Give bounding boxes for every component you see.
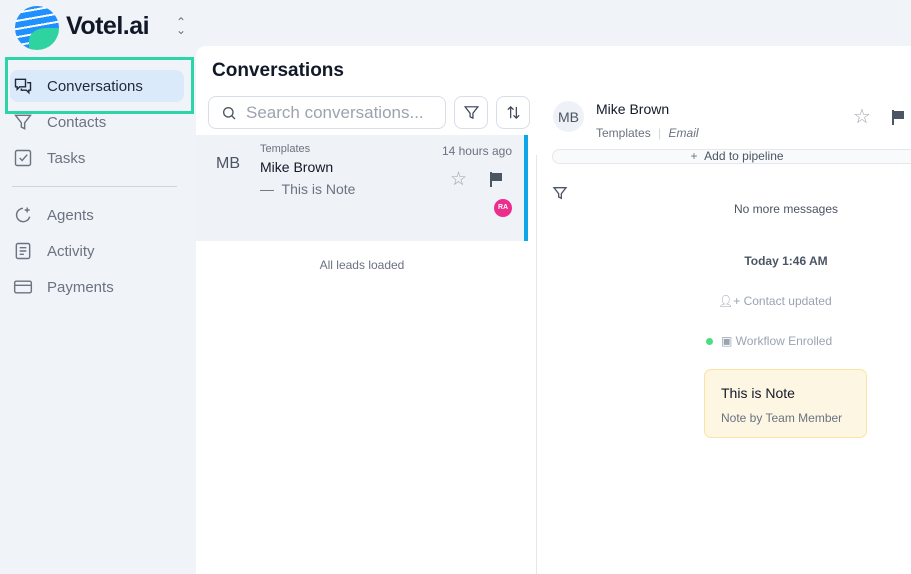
checkbox-icon (14, 149, 32, 167)
brand-name: Votel.ai (66, 12, 150, 40)
flag-icon[interactable] (488, 171, 504, 187)
sidebar-item-agents[interactable]: Agents (10, 199, 184, 231)
note-text: This is Note (721, 385, 795, 401)
conversation-list-item[interactable]: MB Templates Mike Brown — This is Note 1… (196, 135, 528, 241)
no-more-messages: No more messages (733, 202, 839, 216)
plus-icon: + (690, 149, 705, 163)
status-dot (706, 338, 713, 345)
timestamp: 14 hours ago (441, 144, 512, 158)
sidebar-item-label: Contacts (47, 113, 107, 131)
sidebar-item-label: Agents (47, 206, 94, 224)
sidebar-item-label: Tasks (47, 149, 86, 167)
panel-divider (536, 155, 537, 574)
date-separator: Today 1:46 AM (744, 254, 828, 268)
star-icon[interactable]: ☆ (450, 168, 467, 191)
list-footer: All leads loaded (319, 258, 405, 272)
note-card: This is Note Note by Team Member (704, 369, 867, 438)
robot-icon: ▣ (721, 334, 736, 348)
funnel-icon (14, 114, 32, 130)
detail-star-icon[interactable]: ☆ (853, 104, 871, 129)
contact-avatar: MB (553, 101, 584, 132)
conversation-tag: Templates (260, 143, 311, 155)
detail-flag-icon[interactable] (890, 109, 906, 125)
filter-button[interactable] (454, 96, 488, 129)
credit-card-icon (13, 280, 33, 294)
sidebar-divider (12, 186, 177, 187)
sidebar-item-tasks[interactable]: Tasks (10, 142, 184, 174)
detail-tag: Templates (596, 126, 651, 140)
sidebar-item-activity[interactable]: Activity (10, 235, 184, 267)
filter-icon (463, 106, 479, 120)
search-input[interactable]: Search conversations... (208, 96, 446, 129)
sort-button[interactable] (496, 96, 530, 129)
dash-icon: — (260, 181, 282, 197)
user-plus-icon: 👤︎+ (718, 294, 744, 308)
search-placeholder: Search conversations... (246, 102, 424, 122)
contact-initials: MB (216, 155, 240, 172)
highlight-box (5, 57, 194, 114)
document-list-icon (15, 242, 31, 260)
workspace-switcher-chevron-icon[interactable]: ⌃ ⌄ (176, 16, 186, 36)
note-author: Note by Team Member (721, 411, 843, 425)
add-to-pipeline-button[interactable]: + Add to pipeline (552, 149, 911, 164)
sort-arrows-icon (506, 105, 520, 120)
assignee-avatar: RA (494, 199, 512, 217)
search-icon (223, 106, 236, 119)
event-contact-updated: 👤︎+ Contact updated (718, 294, 832, 308)
message-filter-icon[interactable] (552, 185, 568, 201)
page-title: Conversations (212, 60, 344, 81)
sidebar-item-payments[interactable]: Payments (10, 271, 184, 303)
contact-name: Mike Brown (260, 159, 334, 175)
detail-meta: Templates | Email (596, 126, 699, 140)
detail-contact-name: Mike Brown (596, 101, 670, 117)
event-workflow-enrolled: ▣ Workflow Enrolled (706, 334, 832, 348)
sidebar-item-label: Activity (47, 242, 95, 260)
sparkle-moon-icon (15, 207, 31, 223)
message-preview: — This is Note (260, 181, 356, 197)
brand-logo (15, 6, 59, 50)
detail-channel: Email (668, 126, 699, 140)
sidebar-item-label: Payments (47, 278, 114, 296)
